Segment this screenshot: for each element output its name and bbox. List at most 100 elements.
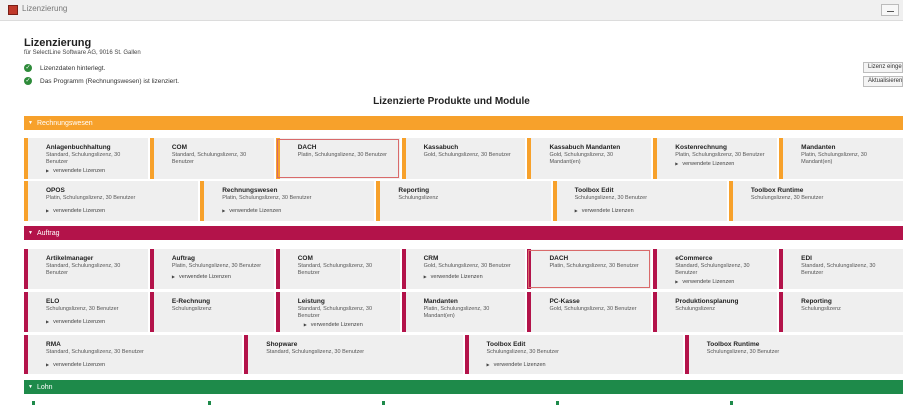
module-desc: Standard, Schulungslizenz, 30 Benutzer bbox=[46, 349, 144, 355]
used-licenses-toggle[interactable]: ▶ verwendete Lizenzen bbox=[46, 168, 142, 174]
section-label: Rechnungswesen bbox=[36, 119, 93, 127]
module-name: ELO bbox=[46, 298, 60, 305]
section-header-auftrag[interactable]: ▼ Auftrag bbox=[24, 226, 903, 240]
status-text: Das Programm (Rechnungswesen) ist lizenz… bbox=[40, 77, 180, 85]
license-card-pc-kasse: PC-Kasse Gold, Schulungslizenz, 30 Benut… bbox=[527, 292, 652, 332]
license-card-e-rechnung: E-Rechnung Schulungslizenz bbox=[149, 292, 274, 332]
used-licenses-toggle[interactable]: ▶ verwendete Lizenzen bbox=[675, 279, 771, 285]
used-licenses-toggle[interactable]: ▶ verwendete Lizenzen bbox=[298, 322, 394, 328]
license-card-anlagenbuchhaltung: Anlagenbuchhaltung Standard, Schulungsli… bbox=[24, 138, 148, 179]
expand-icon: ▶ bbox=[574, 208, 578, 213]
module-desc: Platin, Schulungslizenz, 30 Benutzer bbox=[46, 195, 136, 201]
license-card-toolbox-edit: Toolbox Edit Schulungslizenz, 30 Benutze… bbox=[552, 181, 727, 221]
rechnungswesen-row-2: OPOS Platin, Schulungslizenz, 30 Benutze… bbox=[24, 181, 903, 221]
license-card-kassabuch: Kassabuch Gold, Schulungslizenz, 30 Benu… bbox=[401, 138, 526, 179]
window-title: Lizenzierung bbox=[22, 4, 68, 13]
used-licenses-toggle[interactable]: ▶ verwendete Lizenzen bbox=[222, 208, 368, 214]
expand-icon: ▶ bbox=[303, 322, 307, 327]
module-name: Mandanten bbox=[423, 298, 458, 305]
module-desc: Platin, Schulungslizenz, 30 Benutzer bbox=[171, 263, 262, 269]
module-name: RMA bbox=[46, 341, 61, 348]
module-desc: Standard, Schulungslizenz, 30 Benutzer bbox=[675, 263, 750, 276]
module-name: Toolbox Runtime bbox=[750, 187, 804, 194]
module-name: eCommerce bbox=[675, 255, 713, 262]
app-icon bbox=[8, 5, 18, 15]
module-desc: Schulungslizenz, 30 Benutzer bbox=[750, 195, 824, 201]
module-desc: Standard, Schulungslizenz, 30 Benutzer bbox=[266, 349, 365, 355]
module-name: Artikelmanager bbox=[46, 255, 94, 262]
license-card-dach: DACH Platin, Schulungslizenz, 30 Benutze… bbox=[275, 138, 400, 179]
module-desc: Platin, Schulungslizenz, 30 Mandant(en) bbox=[801, 152, 867, 165]
lohn-cards-peek bbox=[24, 401, 903, 405]
rechnungswesen-row-1: Anlagenbuchhaltung Standard, Schulungsli… bbox=[24, 138, 903, 179]
module-desc: Standard, Schulungslizenz, 30 Benutzer bbox=[46, 263, 121, 276]
module-name: Toolbox Runtime bbox=[706, 341, 760, 348]
used-licenses-toggle[interactable]: ▶ verwendete Lizenzen bbox=[575, 208, 721, 214]
module-desc: Schulungslizenz bbox=[398, 195, 439, 201]
license-card-edi: EDI Standard, Schulungslizenz, 30 Benutz… bbox=[779, 249, 903, 289]
module-name: EDI bbox=[801, 255, 812, 262]
expand-icon: ▶ bbox=[675, 279, 679, 284]
minimize-button[interactable] bbox=[881, 4, 899, 16]
license-card-shopware: Shopware Standard, Schulungslizenz, 30 B… bbox=[244, 335, 463, 374]
module-name: Shopware bbox=[266, 341, 298, 348]
enter-license-button[interactable]: Lizenz eingeben bbox=[863, 62, 903, 73]
used-licenses-toggle[interactable]: ▶ verwendete Lizenzen bbox=[46, 362, 236, 368]
license-card-artikelmanager: Artikelmanager Standard, Schulungslizenz… bbox=[24, 249, 148, 289]
license-card-com: COM Standard, Schulungslizenz, 30 Benutz… bbox=[275, 249, 400, 289]
window-titlebar: Lizenzierung bbox=[0, 0, 903, 21]
used-licenses-toggle[interactable]: ▶ verwendete Lizenzen bbox=[424, 274, 520, 280]
module-name: COM bbox=[171, 144, 188, 151]
license-card-reporting: Reporting Schulungslizenz bbox=[376, 181, 551, 221]
auftrag-row-2: ELO Schulungslizenz, 30 Benutzer ▶ verwen… bbox=[24, 292, 903, 332]
auftrag-row-3: RMA Standard, Schulungslizenz, 30 Benutz… bbox=[24, 335, 903, 374]
module-desc: Gold, Schulungslizenz, 30 Benutzer bbox=[549, 306, 637, 312]
module-name: E-Rechnung bbox=[171, 298, 211, 305]
expand-icon: ▶ bbox=[46, 319, 50, 324]
license-card-kostenrechnung: Kostenrechnung Platin, Schulungslizenz, … bbox=[653, 138, 778, 179]
main-heading: Lizenzierte Produkte und Module bbox=[373, 96, 530, 107]
page-subtitle: für SelectLine Software AG, 9016 St. Gal… bbox=[24, 50, 141, 56]
license-card-elo: ELO Schulungslizenz, 30 Benutzer ▶ verwen… bbox=[24, 292, 148, 332]
module-name: CRM bbox=[423, 255, 439, 262]
expand-icon: ▶ bbox=[675, 161, 679, 166]
module-desc: Schulungslizenz, 30 Benutzer bbox=[486, 349, 559, 355]
module-desc: Platin, Schulungslizenz, 30 Benutzer bbox=[549, 263, 639, 269]
license-card-mandanten: Mandanten Platin, Schulungslizenz, 30 Ma… bbox=[779, 138, 903, 179]
chevron-down-icon: ▼ bbox=[28, 230, 33, 236]
used-licenses-toggle[interactable]: ▶ verwendete Lizenzen bbox=[46, 208, 192, 214]
module-name: DACH bbox=[549, 255, 569, 262]
module-name: Leistung bbox=[297, 298, 325, 305]
module-desc: Platin, Schulungslizenz, 30 Benutzer bbox=[297, 152, 387, 158]
section-header-rechnungswesen[interactable]: ▼ Rechnungswesen bbox=[24, 116, 903, 130]
module-desc: Standard, Schulungslizenz, 30 Benutzer bbox=[297, 263, 373, 276]
module-name: Reporting bbox=[398, 187, 430, 194]
used-licenses-toggle[interactable]: ▶ verwendete Lizenzen bbox=[675, 161, 771, 167]
module-name: Anlagenbuchhaltung bbox=[46, 144, 111, 151]
used-licenses-toggle[interactable]: ▶ verwendete Lizenzen bbox=[172, 274, 268, 280]
module-desc: Platin, Schulungslizenz, 30 Mandant(en) bbox=[423, 306, 490, 319]
module-desc: Standard, Schulungslizenz, 30 Benutzer bbox=[297, 306, 373, 319]
module-desc: Standard, Schulungslizenz, 30 Benutzer bbox=[801, 263, 876, 276]
status-license-data: ✓ Lizenzdaten hinterlegt. bbox=[24, 64, 105, 72]
license-card-toolbox-runtime: Toolbox Runtime Schulungslizenz, 30 Benu… bbox=[728, 181, 903, 221]
check-icon: ✓ bbox=[24, 77, 32, 85]
section-header-lohn[interactable]: ▼ Lohn bbox=[24, 380, 903, 394]
check-icon: ✓ bbox=[24, 64, 32, 72]
module-name: Kassabuch Mandanten bbox=[549, 144, 621, 151]
refresh-button[interactable]: Aktualisieren bbox=[863, 76, 903, 87]
module-name: Kassabuch bbox=[423, 144, 459, 151]
license-card-rechnungswesen: Rechnungswesen Platin, Schulungslizenz, … bbox=[200, 181, 375, 221]
used-licenses-toggle[interactable]: ▶ verwendete Lizenzen bbox=[46, 319, 142, 325]
page-title: Lizenzierung bbox=[24, 37, 92, 49]
license-card-kassabuch-mandanten: Kassabuch Mandanten Gold, Schulungslizen… bbox=[527, 138, 652, 179]
used-licenses-toggle[interactable]: ▶ verwendete Lizenzen bbox=[487, 362, 677, 368]
expand-icon: ▶ bbox=[171, 274, 175, 279]
license-card-produktionsplanung: Produktionsplanung Schulungslizenz bbox=[653, 292, 778, 332]
status-program: ✓ Das Programm (Rechnungswesen) ist lize… bbox=[24, 77, 179, 85]
license-card-auftrag: Auftrag Platin, Schulungslizenz, 30 Benu… bbox=[149, 249, 274, 289]
module-name: Mandanten bbox=[801, 144, 836, 151]
expand-icon: ▶ bbox=[222, 208, 226, 213]
module-desc: Schulungslizenz bbox=[801, 306, 841, 312]
module-desc: Schulungslizenz bbox=[171, 306, 212, 312]
